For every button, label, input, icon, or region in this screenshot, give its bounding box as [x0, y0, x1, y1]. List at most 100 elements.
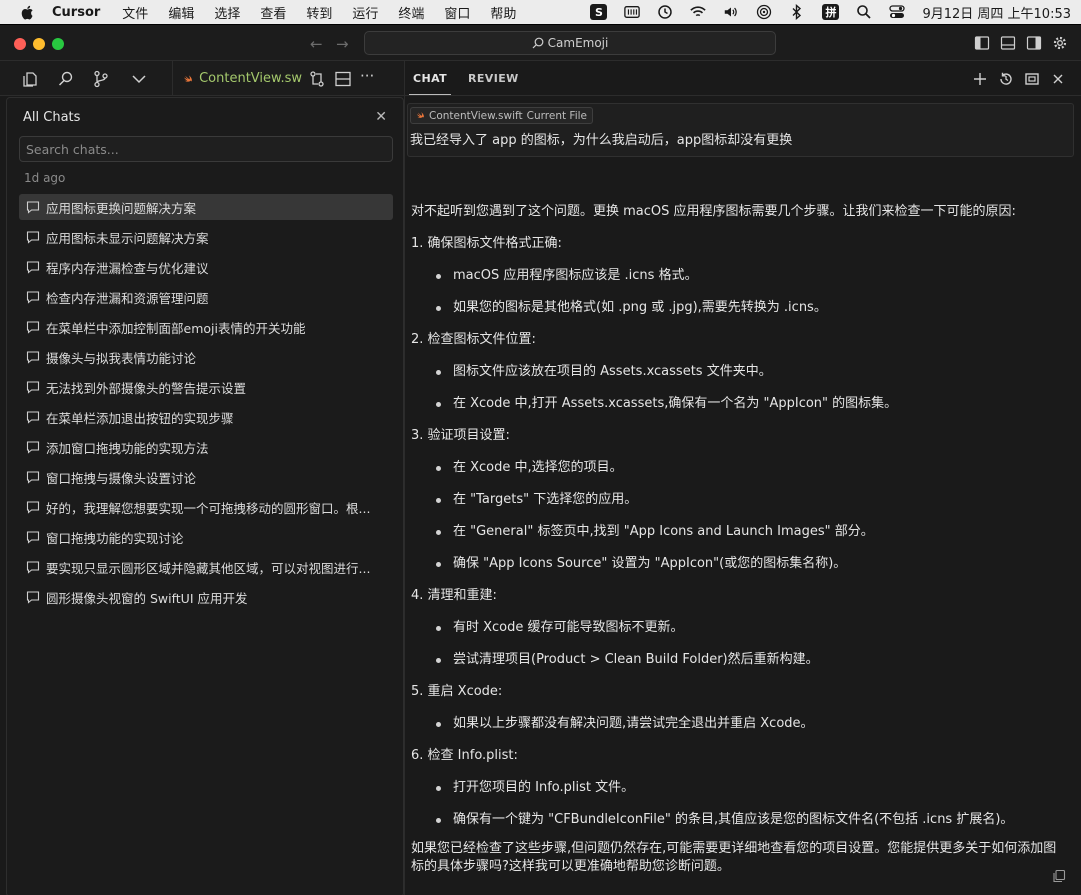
- airdrop-icon[interactable]: [756, 4, 772, 20]
- close-window-button[interactable]: [14, 38, 26, 50]
- settings-gear-icon[interactable]: [1052, 35, 1068, 51]
- tab-contentview-swift[interactable]: ContentView.sw: [172, 61, 302, 96]
- search-icon[interactable]: [57, 70, 75, 88]
- toggle-secondary-sidebar-icon[interactable]: [1026, 35, 1042, 51]
- control-center-icon[interactable]: [889, 4, 906, 20]
- bullet-item: 在 Xcode 中,选择您的项目。: [411, 459, 1067, 477]
- copy-icon[interactable]: [1052, 869, 1066, 883]
- panel-title: All Chats: [23, 110, 81, 125]
- chat-history-title: 程序内存泄漏检查与优化建议: [46, 260, 209, 276]
- chat-history-item[interactable]: 圆形摄像头视窗的 SwiftUI 应用开发: [19, 584, 393, 610]
- open-changes-icon[interactable]: [308, 70, 326, 88]
- tab-review[interactable]: REVIEW: [468, 72, 519, 85]
- bullet-item: 在 "Targets" 下选择您的应用。: [411, 491, 1067, 509]
- s-status-icon[interactable]: S: [590, 4, 608, 20]
- chat-history-item[interactable]: 检查内存泄漏和资源管理问题: [19, 284, 393, 310]
- chat-history-title: 要实现只显示圆形区域并隐藏其他区域，可以对视图进行...: [46, 560, 371, 576]
- menu-view[interactable]: 查看: [260, 3, 286, 22]
- more-actions-icon[interactable]: ···: [360, 67, 378, 85]
- user-message-text: 我已经导入了 app 的图标，为什么我启动后，app图标却没有更换: [410, 133, 793, 148]
- menu-window[interactable]: 窗口: [444, 3, 470, 22]
- step-heading: 6. 检查 Info.plist:: [411, 748, 518, 763]
- bullet-item: 打开您项目的 Info.plist 文件。: [411, 779, 1067, 797]
- source-control-icon[interactable]: [92, 70, 110, 88]
- chat-bubble-icon: [26, 471, 40, 484]
- split-editor-icon[interactable]: [334, 70, 352, 88]
- chat-history-item[interactable]: 程序内存泄漏检查与优化建议: [19, 254, 393, 280]
- chat-bubble-icon: [26, 501, 40, 514]
- menu-go[interactable]: 转到: [306, 3, 332, 22]
- toggle-panel-icon[interactable]: [1000, 35, 1016, 51]
- context-file-chip[interactable]: ContentView.swift Current File: [410, 107, 594, 124]
- menu-selection[interactable]: 选择: [214, 3, 240, 22]
- close-icon[interactable]: ✕: [375, 109, 387, 125]
- bullet-item: 在 "General" 标签页中,找到 "App Icons and Launc…: [411, 523, 1067, 541]
- tab-chat[interactable]: CHAT: [408, 72, 452, 95]
- history-icon[interactable]: [998, 71, 1014, 87]
- assistant-answer: 对不起听到您遇到了这个问题。更换 macOS 应用程序图标需要几个步骤。让我们来…: [411, 203, 1067, 890]
- bluetooth-icon[interactable]: [789, 4, 805, 20]
- history-clock-icon[interactable]: [657, 4, 673, 20]
- chat-bubble-icon: [26, 231, 40, 244]
- spotlight-search-icon[interactable]: [856, 4, 872, 20]
- menubar-clock[interactable]: 9月12日 周四 上午10:53: [922, 3, 1071, 22]
- chat-history-item[interactable]: 摄像头与拟我表情功能讨论: [19, 344, 393, 370]
- input-method-icon[interactable]: 拼: [822, 4, 840, 20]
- all-chats-panel: All Chats ✕ 1d ago 应用图标更换问题解决方案应用图标未显示问题…: [6, 97, 404, 895]
- close-icon[interactable]: [1050, 71, 1066, 87]
- chat-history-title: 圆形摄像头视窗的 SwiftUI 应用开发: [46, 590, 248, 606]
- chat-history-item[interactable]: 窗口拖拽功能的实现讨论: [19, 524, 393, 550]
- maximize-icon[interactable]: [1024, 71, 1040, 87]
- chat-history-item[interactable]: 无法找到外部摄像头的警告提示设置: [19, 374, 393, 400]
- menu-file[interactable]: 文件: [122, 3, 148, 22]
- menu-run[interactable]: 运行: [352, 3, 378, 22]
- workspace-name: CamEmoji: [547, 36, 609, 50]
- menu-edit[interactable]: 编辑: [168, 3, 194, 22]
- menu-help[interactable]: 帮助: [490, 3, 516, 22]
- menu-terminal[interactable]: 终端: [398, 3, 424, 22]
- chat-history-item[interactable]: 要实现只显示圆形区域并隐藏其他区域，可以对视图进行...: [19, 554, 393, 580]
- wifi-icon[interactable]: [690, 4, 707, 20]
- chat-history-title: 窗口拖拽与摄像头设置讨论: [46, 470, 197, 486]
- activity-bar: ContentView.sw ···: [0, 61, 404, 96]
- menu-bar: Cursor 文件 编辑 选择 查看 转到 运行 终端 窗口 帮助 S 拼 9月…: [0, 0, 1081, 24]
- swift-file-icon: [416, 112, 424, 119]
- chat-bubble-icon: [26, 561, 40, 574]
- step-heading: 1. 确保图标文件格式正确:: [411, 236, 562, 251]
- chat-list: 应用图标更换问题解决方案应用图标未显示问题解决方案 程序内存泄漏检查与优化建议检查…: [19, 194, 393, 614]
- cursor-window: ← → CamEmoji ContentView.sw ··· All Chat…: [0, 24, 1081, 895]
- chat-history-title: 无法找到外部摄像头的警告提示设置: [46, 380, 247, 396]
- toggle-primary-sidebar-icon[interactable]: [974, 35, 990, 51]
- chat-history-title: 在菜单栏添加退出按钮的实现步骤: [46, 410, 234, 426]
- chat-bubble-icon: [26, 261, 40, 274]
- minimize-window-button[interactable]: [33, 38, 45, 50]
- menu-app-name[interactable]: Cursor: [52, 5, 100, 20]
- step-heading: 5. 重启 Xcode:: [411, 684, 503, 699]
- search-icon: [532, 37, 544, 49]
- chat-history-item[interactable]: 添加窗口拖拽功能的实现方法: [19, 434, 393, 460]
- command-center-search[interactable]: CamEmoji: [364, 31, 776, 55]
- chat-history-item[interactable]: 好的，我理解您想要实现一个可拖拽移动的圆形窗口。根...: [19, 494, 393, 520]
- chevron-down-icon[interactable]: [130, 70, 148, 88]
- chat-bubble-icon: [26, 381, 40, 394]
- chat-bubble-icon: [26, 291, 40, 304]
- volume-icon[interactable]: [723, 4, 739, 20]
- chat-history-item[interactable]: 在菜单栏中添加控制面部emoji表情的开关功能: [19, 314, 393, 340]
- section-label-1d-ago: 1d ago: [24, 171, 66, 185]
- chat-history-item[interactable]: 应用图标更换问题解决方案: [19, 194, 393, 220]
- chat-history-item[interactable]: 窗口拖拽与摄像头设置讨论: [19, 464, 393, 490]
- zoom-window-button[interactable]: [52, 38, 64, 50]
- battery-meter-icon[interactable]: [624, 4, 641, 20]
- chat-history-title: 在菜单栏中添加控制面部emoji表情的开关功能: [46, 320, 306, 336]
- step-heading: 2. 检查图标文件位置:: [411, 332, 536, 347]
- explorer-files-icon[interactable]: [21, 70, 39, 88]
- new-chat-plus-icon[interactable]: [972, 71, 988, 87]
- forward-arrow-icon[interactable]: →: [336, 35, 349, 53]
- apple-icon[interactable]: [20, 5, 34, 20]
- chat-history-item[interactable]: 应用图标未显示问题解决方案: [19, 224, 393, 250]
- search-chats-input[interactable]: [19, 136, 393, 162]
- chat-history-title: 窗口拖拽功能的实现讨论: [46, 530, 184, 546]
- back-arrow-icon[interactable]: ←: [310, 35, 323, 53]
- chat-history-title: 应用图标未显示问题解决方案: [46, 230, 209, 246]
- chat-history-item[interactable]: 在菜单栏添加退出按钮的实现步骤: [19, 404, 393, 430]
